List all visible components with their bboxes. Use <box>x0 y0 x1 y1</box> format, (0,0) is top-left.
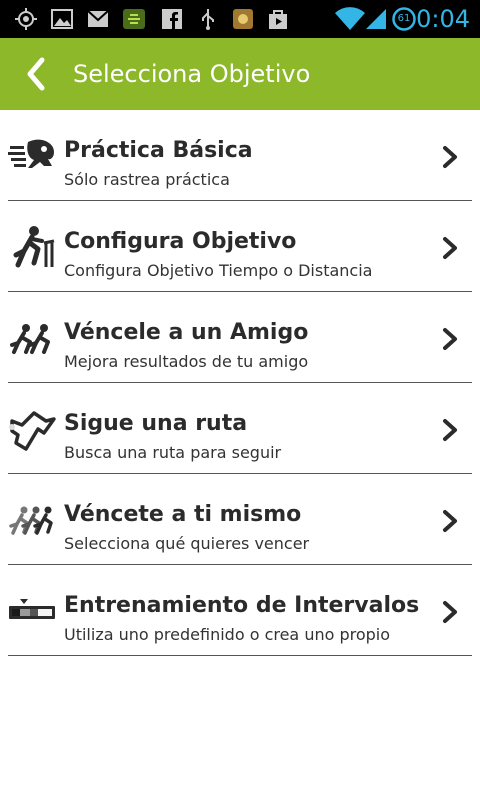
route-icon <box>9 411 56 451</box>
action-bar: Selecciona Objetivo <box>0 38 480 110</box>
facebook-icon <box>162 9 182 29</box>
option-subtitle: Utiliza uno predefinido o crea uno propi… <box>64 625 391 644</box>
battery-level: 61 <box>397 13 411 24</box>
usb-icon <box>202 9 214 30</box>
option-title: Práctica Básica <box>64 138 253 163</box>
app-notification-icon <box>123 9 145 29</box>
play-store-icon <box>269 10 287 29</box>
option-subtitle: Sólo rastrea práctica <box>64 170 230 189</box>
chevron-right-icon <box>443 328 457 350</box>
back-chevron-icon[interactable] <box>20 56 54 92</box>
option-interval-training[interactable]: Entrenamiento de Intervalos Utiliza uno … <box>8 565 472 656</box>
chevron-right-icon <box>443 237 457 259</box>
chevron-right-icon <box>443 419 457 441</box>
objective-list: Práctica Básica Sólo rastrea práctica Co… <box>0 110 480 656</box>
battery-icon: 61 <box>392 6 416 32</box>
option-configure-goal[interactable]: Configura Objetivo Configura Objetivo Ti… <box>8 201 472 292</box>
option-beat-friend[interactable]: Véncele a un Amigo Mejora resultados de … <box>8 292 472 383</box>
wifi-icon <box>335 7 365 31</box>
gallery-icon <box>51 9 73 29</box>
page-title: Selecciona Objetivo <box>73 60 311 88</box>
two-runners-icon <box>10 324 50 354</box>
option-beat-yourself[interactable]: Véncete a ti mismo Selecciona qué quiere… <box>8 474 472 565</box>
chevron-right-icon <box>443 601 457 623</box>
gps-icon <box>15 8 37 30</box>
intervals-icon <box>9 599 55 619</box>
chevron-right-icon <box>443 510 457 532</box>
option-basic-practice[interactable]: Práctica Básica Sólo rastrea práctica <box>8 110 472 201</box>
option-subtitle: Selecciona qué quieres vencer <box>64 534 310 553</box>
option-title: Entrenamiento de Intervalos <box>64 593 420 618</box>
option-subtitle: Configura Objetivo Tiempo o Distancia <box>64 261 373 280</box>
status-bar: 61 0:04 <box>0 0 480 38</box>
runner-speed-icon <box>8 139 54 168</box>
option-title: Configura Objetivo <box>64 229 297 254</box>
option-subtitle: Busca una ruta para seguir <box>64 443 282 462</box>
option-title: Sigue una ruta <box>64 411 248 436</box>
option-title: Véncele a un Amigo <box>64 320 309 345</box>
clock: 0:04 <box>416 5 470 33</box>
option-follow-route[interactable]: Sigue una ruta Busca una ruta para segui… <box>8 383 472 474</box>
runner-flag-icon <box>13 226 55 268</box>
option-title: Véncete a ti mismo <box>64 502 302 527</box>
option-subtitle: Mejora resultados de tu amigo <box>64 352 309 371</box>
three-runners-icon <box>9 506 53 535</box>
app-icon <box>233 9 253 29</box>
chevron-right-icon <box>443 146 457 168</box>
signal-icon <box>366 9 386 29</box>
gmail-icon <box>87 10 109 27</box>
